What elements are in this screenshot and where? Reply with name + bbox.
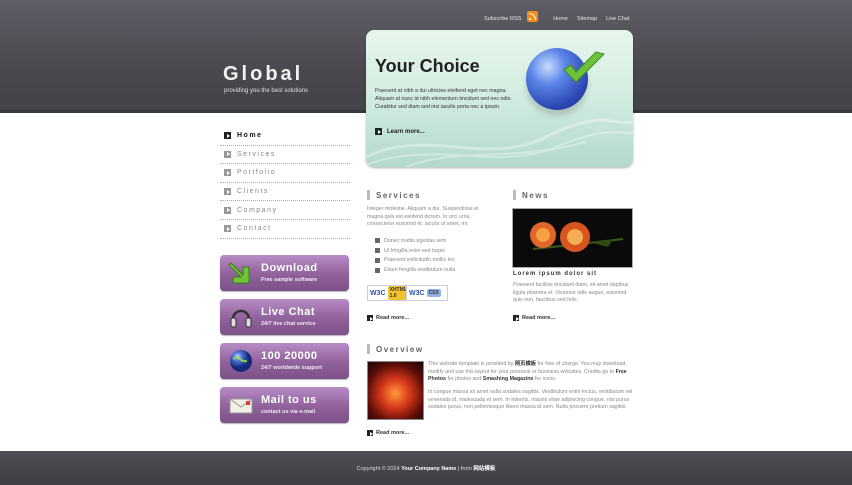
from-text: | from — [457, 466, 472, 472]
bullet-icon — [375, 257, 380, 263]
arrow-square-icon — [224, 188, 231, 196]
w3c-label: W3C — [370, 289, 386, 297]
live-chat-subtitle: 24/7 live chat service — [261, 321, 316, 327]
list-item: Etiam fringilla vestibulum nulla — [375, 265, 455, 275]
read-more-label: Read more... — [376, 430, 410, 436]
top-nav: Subscribe RSS Home Sitemap Live Chat — [484, 11, 635, 24]
topnav-livechat-link[interactable]: Live Chat — [606, 16, 629, 22]
checkmark-icon — [563, 51, 605, 83]
site-logo[interactable]: Global — [223, 63, 303, 86]
arrow-square-icon — [367, 430, 373, 436]
arrow-square-icon — [513, 315, 519, 321]
company-link[interactable]: Your Company Name — [401, 466, 456, 472]
arrow-square-icon — [367, 315, 373, 321]
services-text: Integer molestie. Aliquam a dui. Suspend… — [367, 206, 479, 227]
feature-title: Your Choice — [375, 56, 480, 76]
read-more-label: Read more... — [522, 315, 556, 321]
list-item: Praesent sollicitudin mollis leo — [375, 256, 455, 266]
services-list: Donec mattis egestas sem Ut fringilla en… — [375, 236, 455, 275]
feature-text: Praesent at nibh a dui ultricies eleifen… — [375, 88, 512, 110]
xhtml-valid-badge[interactable]: W3C XHTML 1.0 — [367, 285, 409, 301]
list-item: Donec mattis egestas sem — [375, 236, 455, 246]
sidebar-item-label: Clients — [237, 188, 269, 196]
mail-title: Mail to us — [261, 394, 317, 406]
news-image — [512, 208, 633, 268]
sidebar-item-label: Portfolio — [237, 169, 277, 177]
sidebar-item-label: Services — [237, 150, 276, 158]
w3c-label: W3C — [409, 289, 425, 297]
mail-subtitle: contact us via e-mail — [261, 409, 316, 415]
globe-icon — [230, 350, 252, 372]
news-caption: Lorem ipsum dolor sit — [513, 271, 598, 277]
overview-read-more-link[interactable]: Read more... — [367, 430, 409, 436]
overview-text: for photos and — [447, 376, 482, 382]
feature-banner: Your Choice Praesent at nibh a dui ultri… — [366, 30, 633, 167]
sidebar-item-portfolio[interactable]: Portfolio — [220, 164, 350, 183]
list-item: Ut fringilla enim sed turpis — [375, 246, 455, 256]
overview-paragraph-2: In congue massa sit amet nulla sodales s… — [428, 389, 633, 410]
support-phone-subtitle: 24/7 worldwide support — [261, 365, 323, 371]
list-item-text: Praesent sollicitudin mollis leo — [384, 257, 455, 264]
news-heading: News — [513, 190, 549, 200]
list-item-text: Etiam fringilla vestibulum nulla — [384, 267, 456, 274]
subscribe-rss-link[interactable]: Subscribe RSS — [484, 16, 521, 22]
sidebar-item-services[interactable]: Services — [220, 146, 350, 165]
overview-text: This website template is provided by — [428, 361, 514, 367]
rss-icon[interactable] — [527, 11, 539, 22]
download-subtitle: Free sample software — [261, 277, 318, 283]
list-item-text: Ut fringilla enim sed turpis — [384, 247, 445, 254]
news-read-more-link[interactable]: Read more... — [513, 315, 555, 321]
overview-image — [367, 361, 424, 420]
download-button[interactable]: Download Free sample software — [220, 255, 349, 291]
live-chat-title: Live Chat — [261, 306, 316, 318]
news-text: Praesent facilisis tincidunt diam, sit a… — [513, 282, 629, 303]
list-item-text: Donec mattis egestas sem — [384, 237, 447, 244]
arrow-square-icon — [224, 150, 231, 158]
sidebar-item-contact[interactable]: Contact — [220, 220, 350, 239]
swoosh-decoration — [366, 118, 633, 167]
learn-more-label: Learn more... — [387, 128, 425, 135]
sidebar-nav: Home Services Portfolio Clients Company … — [220, 127, 350, 239]
bullet-icon — [375, 248, 380, 254]
footer-brand-link[interactable]: 网站模板 — [473, 466, 495, 472]
css-label: CSS — [426, 289, 441, 297]
sidebar-item-clients[interactable]: Clients — [220, 183, 350, 202]
smashing-magazine-link[interactable]: Smashing Magazine — [483, 376, 534, 382]
download-arrow-icon — [228, 262, 250, 284]
headset-icon — [230, 309, 252, 328]
arrow-square-icon — [224, 225, 231, 233]
live-chat-button[interactable]: Live Chat 24/7 live chat service — [220, 299, 349, 335]
sidebar-item-label: Contact — [237, 225, 272, 233]
bullet-icon — [375, 267, 380, 273]
services-read-more-link[interactable]: Read more... — [367, 315, 409, 321]
topnav-sitemap-link[interactable]: Sitemap — [577, 16, 597, 22]
footer-text: Copyright © 2024 Your Company Name | fro… — [0, 464, 852, 472]
arrow-square-icon — [375, 128, 382, 135]
services-heading: Services — [367, 190, 421, 200]
sidebar-item-company[interactable]: Company — [220, 201, 350, 220]
topnav-home-link[interactable]: Home — [553, 16, 568, 22]
download-title: Download — [261, 262, 318, 274]
sidebar-item-label: Company — [237, 206, 278, 214]
site-tagline: providing you the best solutions — [224, 88, 309, 94]
overview-paragraph-1: This website template is provided by 网页模… — [428, 361, 633, 384]
flowers-image — [530, 222, 624, 252]
mail-button[interactable]: Mail to us contact us via e-mail — [220, 387, 349, 423]
copyright-text: Copyright © 2024 — [356, 466, 400, 472]
sidebar-item-home[interactable]: Home — [220, 127, 350, 146]
overview-heading: Overview — [367, 344, 424, 354]
overview-text: for icons. — [534, 376, 557, 382]
css-valid-badge[interactable]: W3C CSS — [406, 285, 448, 301]
read-more-label: Read more... — [376, 315, 410, 321]
support-phone-button[interactable]: 100 20000 24/7 worldwide support — [220, 343, 349, 379]
support-phone-title: 100 20000 — [261, 350, 318, 362]
envelope-icon — [229, 398, 253, 414]
arrow-square-icon — [224, 169, 231, 177]
arrow-square-icon — [224, 132, 231, 140]
learn-more-link[interactable]: Learn more... — [375, 128, 425, 135]
brand-link[interactable]: 网页模板 — [515, 361, 536, 367]
bullet-icon — [375, 238, 380, 244]
arrow-square-icon — [224, 206, 231, 214]
sidebar-item-label: Home — [237, 132, 263, 140]
